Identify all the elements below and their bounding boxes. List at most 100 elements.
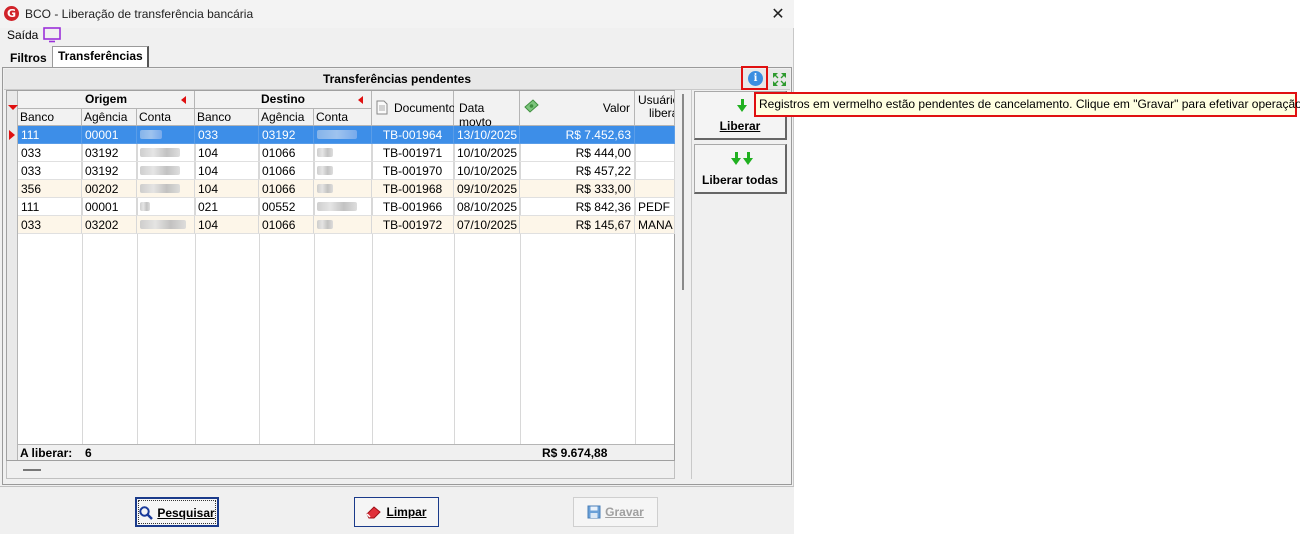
save-icon	[587, 505, 601, 519]
cell-valor: R$ 444,00	[520, 144, 635, 162]
magnifier-icon	[139, 506, 154, 520]
cell-data-movto: 07/10/2025	[454, 216, 520, 234]
cell-origem-banco: 033	[18, 216, 82, 234]
expand-icon[interactable]	[771, 71, 788, 88]
col-valor[interactable]: Valor	[520, 91, 635, 126]
cell-data-movto: 09/10/2025	[454, 180, 520, 198]
cell-usuario	[635, 162, 675, 180]
table-row[interactable]: 356 00202 104 01066 TB-001968 09/10/2025…	[18, 180, 675, 198]
limpar-button[interactable]: Limpar	[354, 497, 439, 527]
cell-destino-banco: 033	[195, 126, 259, 144]
cell-destino-banco: 021	[195, 198, 259, 216]
arrow-down-icon-head	[737, 105, 747, 112]
cell-origem-agencia: 03202	[82, 216, 137, 234]
cell-destino-agencia: 01066	[259, 180, 314, 198]
cell-destino-agencia: 03192	[259, 126, 314, 144]
cell-documento: TB-001968	[372, 180, 454, 198]
vertical-scroll-thumb[interactable]	[682, 94, 684, 290]
action-side-panel: Liberar Liberar todas	[691, 90, 790, 479]
collapse-destino-icon[interactable]	[358, 96, 363, 104]
table-row[interactable]: 033 03202 104 01066 TB-001972 07/10/2025…	[18, 216, 675, 234]
cell-documento: TB-001972	[372, 216, 454, 234]
col-origem-agencia[interactable]: Agência	[82, 109, 137, 126]
eraser-icon	[366, 506, 382, 519]
col-data-movto-label: Data movto	[459, 101, 492, 129]
cell-documento: TB-001964	[372, 126, 454, 144]
cell-documento: TB-001970	[372, 162, 454, 180]
cell-origem-conta	[137, 216, 195, 234]
cell-valor: R$ 842,36	[520, 198, 635, 216]
col-usuario-liberacao[interactable]: Usuário libera	[635, 91, 675, 126]
col-destino-banco[interactable]: Banco	[195, 109, 259, 126]
table-row[interactable]: 033 03192 104 01066 TB-001971 10/10/2025…	[18, 144, 675, 162]
horizontal-scroll-thumb[interactable]	[23, 469, 41, 471]
pesquisar-label: Pesquisar	[157, 506, 215, 520]
cell-destino-conta	[314, 198, 372, 216]
cell-destino-conta	[314, 144, 372, 162]
table-row[interactable]: 111 00001 033 03192 TB-001964 13/10/2025…	[18, 126, 675, 144]
document-icon	[376, 100, 388, 115]
menu-bar: Saída	[0, 27, 794, 45]
col-documento-label: Documento	[394, 101, 456, 115]
cell-destino-conta	[314, 180, 372, 198]
sort-indicator-icon	[8, 105, 18, 110]
col-documento[interactable]: Documento	[372, 91, 456, 126]
cell-destino-agencia: 01066	[259, 144, 314, 162]
footer-label: A liberar:	[20, 446, 73, 460]
cell-origem-conta	[137, 126, 195, 144]
liberar-todas-label: Liberar todas	[701, 173, 779, 187]
tab-filtros[interactable]: Filtros	[4, 49, 50, 68]
cell-origem-agencia: 00001	[82, 198, 137, 216]
group-origem-label: Origem	[84, 92, 127, 106]
cell-usuario: PEDF	[635, 198, 675, 216]
menu-saida[interactable]: Saída	[7, 28, 38, 42]
cell-destino-conta	[314, 126, 372, 144]
cell-origem-banco: 111	[18, 198, 82, 216]
monitor-icon[interactable]	[43, 27, 61, 43]
cell-destino-conta	[314, 162, 372, 180]
col-destino-conta[interactable]: Conta	[314, 109, 372, 126]
gravar-button[interactable]: Gravar	[573, 497, 658, 527]
collapse-origem-icon[interactable]	[181, 96, 186, 104]
current-row-indicator-icon	[9, 130, 15, 140]
transfer-grid[interactable]: Origem Destino Banco Agência Conta Banco…	[6, 90, 675, 461]
group-destino: Destino	[195, 91, 372, 109]
footer-total: R$ 9.674,88	[542, 446, 608, 460]
limpar-label: Limpar	[386, 505, 427, 519]
cell-origem-banco: 111	[18, 126, 82, 144]
close-button[interactable]: ✕	[762, 2, 794, 26]
row-indicator-column	[7, 91, 18, 460]
cell-origem-agencia: 03192	[82, 144, 137, 162]
col-origem-banco[interactable]: Banco	[18, 109, 82, 126]
col-valor-label: Valor	[602, 101, 630, 115]
tab-transferencias[interactable]: Transferências	[52, 46, 149, 68]
vertical-scrollbar[interactable]	[677, 90, 690, 461]
cell-valor: R$ 333,00	[520, 180, 635, 198]
cell-origem-agencia: 00001	[82, 126, 137, 144]
cell-destino-agencia: 01066	[259, 216, 314, 234]
cell-data-movto: 10/10/2025	[454, 144, 520, 162]
group-origem: Origem	[18, 91, 195, 109]
cell-data-movto: 08/10/2025	[454, 198, 520, 216]
cell-valor: R$ 145,67	[520, 216, 635, 234]
info-icon[interactable]: i	[748, 71, 763, 86]
table-row[interactable]: 111 00001 021 00552 TB-001966 08/10/2025…	[18, 198, 675, 216]
col-destino-agencia[interactable]: Agência	[259, 109, 314, 126]
cell-origem-banco: 033	[18, 144, 82, 162]
col-origem-conta[interactable]: Conta	[137, 109, 195, 126]
cell-origem-conta	[137, 144, 195, 162]
col-data-movto[interactable]: Data movto	[454, 91, 520, 129]
main-window: G BCO - Liberação de transferência bancá…	[0, 0, 794, 534]
cell-origem-agencia: 00202	[82, 180, 137, 198]
liberar-todas-button[interactable]: Liberar todas	[694, 144, 787, 194]
table-row[interactable]: 033 03192 104 01066 TB-001970 10/10/2025…	[18, 162, 675, 180]
cell-origem-conta	[137, 162, 195, 180]
tooltip-text: Registros em vermelho estão pendentes de…	[759, 97, 1300, 111]
pesquisar-button[interactable]: Pesquisar	[135, 497, 219, 527]
cell-usuario: MANA	[635, 216, 675, 234]
cell-documento: TB-001971	[372, 144, 454, 162]
horizontal-scrollbar[interactable]	[6, 461, 675, 479]
cell-origem-conta	[137, 198, 195, 216]
app-logo-icon: G	[4, 6, 19, 21]
liberar-label: Liberar	[719, 119, 761, 133]
